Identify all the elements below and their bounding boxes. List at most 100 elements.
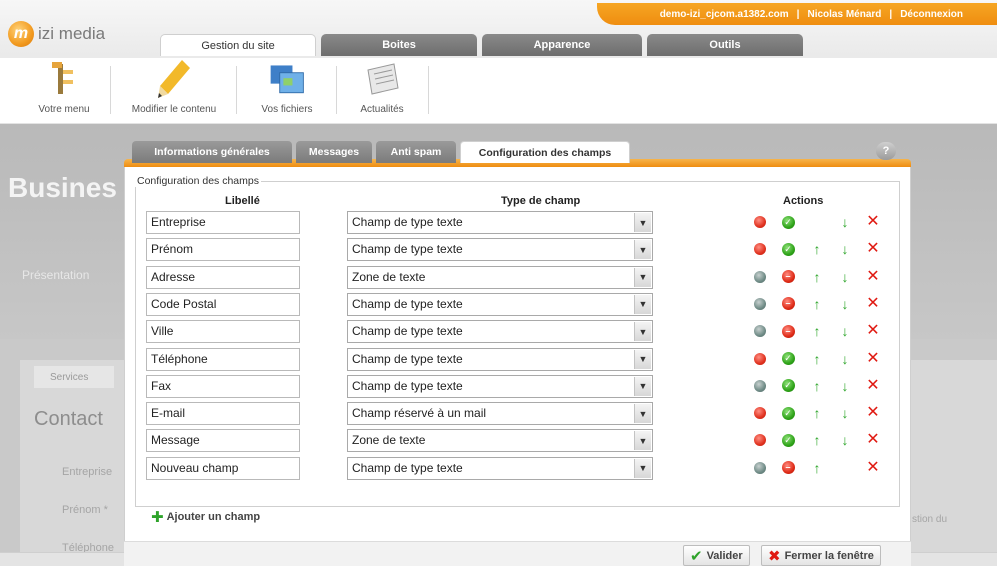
arrow-up-icon[interactable]: ↑: [809, 432, 825, 448]
field-type-select[interactable]: Zone de texte ▼: [347, 265, 653, 289]
field-type-select[interactable]: Champ de type texte ▼: [347, 456, 653, 480]
arrow-down-icon[interactable]: ↓: [837, 351, 853, 367]
chevron-down-icon[interactable]: ▼: [634, 294, 651, 314]
required-off-icon[interactable]: [752, 269, 768, 285]
delete-x-icon[interactable]: ✕: [865, 350, 881, 367]
enabled-check-icon[interactable]: ✓: [780, 241, 796, 257]
required-on-icon[interactable]: [752, 351, 768, 367]
help-button[interactable]: ?: [876, 142, 896, 160]
delete-x-icon[interactable]: ✕: [865, 214, 881, 230]
arrow-down-icon[interactable]: ↓: [837, 296, 853, 312]
delete-x-icon[interactable]: ✕: [865, 377, 881, 394]
chevron-down-icon[interactable]: ▼: [634, 376, 651, 396]
enabled-check-icon[interactable]: ✓: [780, 351, 796, 367]
tool-votre-menu[interactable]: Votre menu: [32, 58, 96, 124]
disabled-minus-icon[interactable]: –: [780, 460, 796, 476]
arrow-up-icon[interactable]: ↑: [809, 269, 825, 285]
field-type-select[interactable]: Champ de type texte ▼: [347, 347, 653, 371]
arrow-down-icon[interactable]: ↓: [837, 405, 853, 421]
tab-gestion-du-site[interactable]: Gestion du site: [160, 34, 316, 56]
disabled-minus-icon[interactable]: –: [780, 269, 796, 285]
field-type-select[interactable]: Champ de type texte ▼: [347, 238, 653, 262]
arrow-down-icon[interactable]: ↓: [837, 214, 853, 230]
tab-apparence[interactable]: Apparence: [482, 34, 642, 56]
field-type-select[interactable]: Champ de type texte ▼: [347, 320, 653, 344]
field-type-select[interactable]: Champ de type texte ▼: [347, 374, 653, 398]
field-label-input[interactable]: Fax: [146, 374, 300, 398]
arrow-down-icon[interactable]: ↓: [837, 269, 853, 285]
tab-configuration-champs[interactable]: Configuration des champs: [460, 141, 630, 163]
arrow-up-icon[interactable]: ↑: [809, 405, 825, 421]
tab-boites[interactable]: Boites: [321, 34, 477, 56]
arrow-down-icon[interactable]: ↓: [837, 241, 853, 257]
tab-messages[interactable]: Messages: [296, 141, 372, 163]
required-on-icon[interactable]: [752, 214, 768, 230]
disabled-minus-icon[interactable]: –: [780, 296, 796, 312]
field-label-input[interactable]: Entreprise: [146, 211, 300, 234]
arrow-up-icon[interactable]: ↑: [809, 296, 825, 312]
tool-vos-fichiers[interactable]: Vos fichiers: [248, 58, 326, 124]
chevron-down-icon[interactable]: ▼: [634, 349, 651, 369]
field-label-input[interactable]: Téléphone: [146, 347, 300, 371]
arrow-up-icon[interactable]: ↑: [809, 351, 825, 367]
tool-actualites[interactable]: Actualités: [346, 58, 418, 124]
arrow-up-icon[interactable]: ↑: [809, 378, 825, 394]
field-label-input[interactable]: Adresse: [146, 265, 300, 289]
arrow-up-icon[interactable]: ↑: [809, 460, 825, 476]
required-off-icon[interactable]: [752, 296, 768, 312]
chevron-down-icon[interactable]: ▼: [634, 240, 651, 260]
arrow-down-icon[interactable]: ↓: [837, 378, 853, 394]
close-window-button[interactable]: ✖ Fermer la fenêtre: [761, 545, 881, 566]
background-field-label: Prénom *: [62, 504, 108, 516]
user-name[interactable]: Nicolas Ménard: [807, 9, 881, 20]
enabled-check-icon[interactable]: ✓: [780, 405, 796, 421]
field-label-input[interactable]: Code Postal: [146, 292, 300, 316]
field-type-select[interactable]: Zone de texte ▼: [347, 429, 653, 453]
arrow-up-icon[interactable]: ↑: [809, 323, 825, 339]
enabled-check-icon[interactable]: ✓: [780, 214, 796, 230]
delete-x-icon[interactable]: ✕: [865, 323, 881, 339]
field-label-input[interactable]: E-mail: [146, 402, 300, 426]
up-glyph: ↑: [813, 295, 821, 312]
tool-modifier-contenu[interactable]: Modifier le contenu: [124, 58, 224, 124]
chevron-down-icon[interactable]: ▼: [634, 404, 651, 424]
chevron-down-icon[interactable]: ▼: [634, 322, 651, 342]
chevron-down-icon[interactable]: ▼: [634, 431, 651, 451]
enabled-check-icon[interactable]: ✓: [780, 432, 796, 448]
required-on-icon[interactable]: [752, 241, 768, 257]
logout-link[interactable]: Déconnexion: [900, 9, 963, 20]
field-label-input[interactable]: Nouveau champ: [146, 456, 300, 480]
delete-x-icon[interactable]: ✕: [865, 405, 881, 421]
delete-x-icon[interactable]: ✕: [865, 295, 881, 312]
delete-x-icon[interactable]: ✕: [865, 432, 881, 448]
chevron-down-icon[interactable]: ▼: [634, 267, 651, 287]
required-off-icon[interactable]: [752, 460, 768, 476]
field-label-input[interactable]: Prénom: [146, 238, 300, 262]
arrow-up-icon[interactable]: ↑: [809, 241, 825, 257]
field-type-select[interactable]: Champ réservé à un mail ▼: [347, 402, 653, 426]
chevron-down-icon[interactable]: ▼: [634, 458, 651, 478]
chevron-down-icon[interactable]: ▼: [634, 213, 651, 232]
delete-x-icon[interactable]: ✕: [865, 459, 881, 476]
required-off-icon[interactable]: [752, 323, 768, 339]
enabled-check-icon[interactable]: ✓: [780, 378, 796, 394]
field-type-select[interactable]: Champ de type texte ▼: [347, 292, 653, 316]
required-off-icon[interactable]: [752, 378, 768, 394]
required-on-icon[interactable]: [752, 432, 768, 448]
field-type-value: Champ de type texte: [352, 242, 463, 257]
field-label-input[interactable]: Message: [146, 429, 300, 453]
field-type-select[interactable]: Champ de type texte ▼: [347, 211, 653, 234]
required-on-icon[interactable]: [752, 405, 768, 421]
delete-x-icon[interactable]: ✕: [865, 241, 881, 257]
add-field-button[interactable]: ✚ Ajouter un champ: [151, 508, 260, 526]
arrow-down-icon[interactable]: ↓: [837, 432, 853, 448]
delete-x-icon[interactable]: ✕: [865, 268, 881, 285]
tab-informations-generales[interactable]: Informations générales: [132, 141, 292, 163]
tab-anti-spam[interactable]: Anti spam: [376, 141, 456, 163]
validate-button[interactable]: ✔ Valider: [683, 545, 750, 566]
tab-outils[interactable]: Outils: [647, 34, 803, 56]
app-logo[interactable]: m izi media: [8, 20, 105, 48]
disabled-minus-icon[interactable]: –: [780, 323, 796, 339]
field-label-input[interactable]: Ville: [146, 320, 300, 344]
arrow-down-icon[interactable]: ↓: [837, 323, 853, 339]
